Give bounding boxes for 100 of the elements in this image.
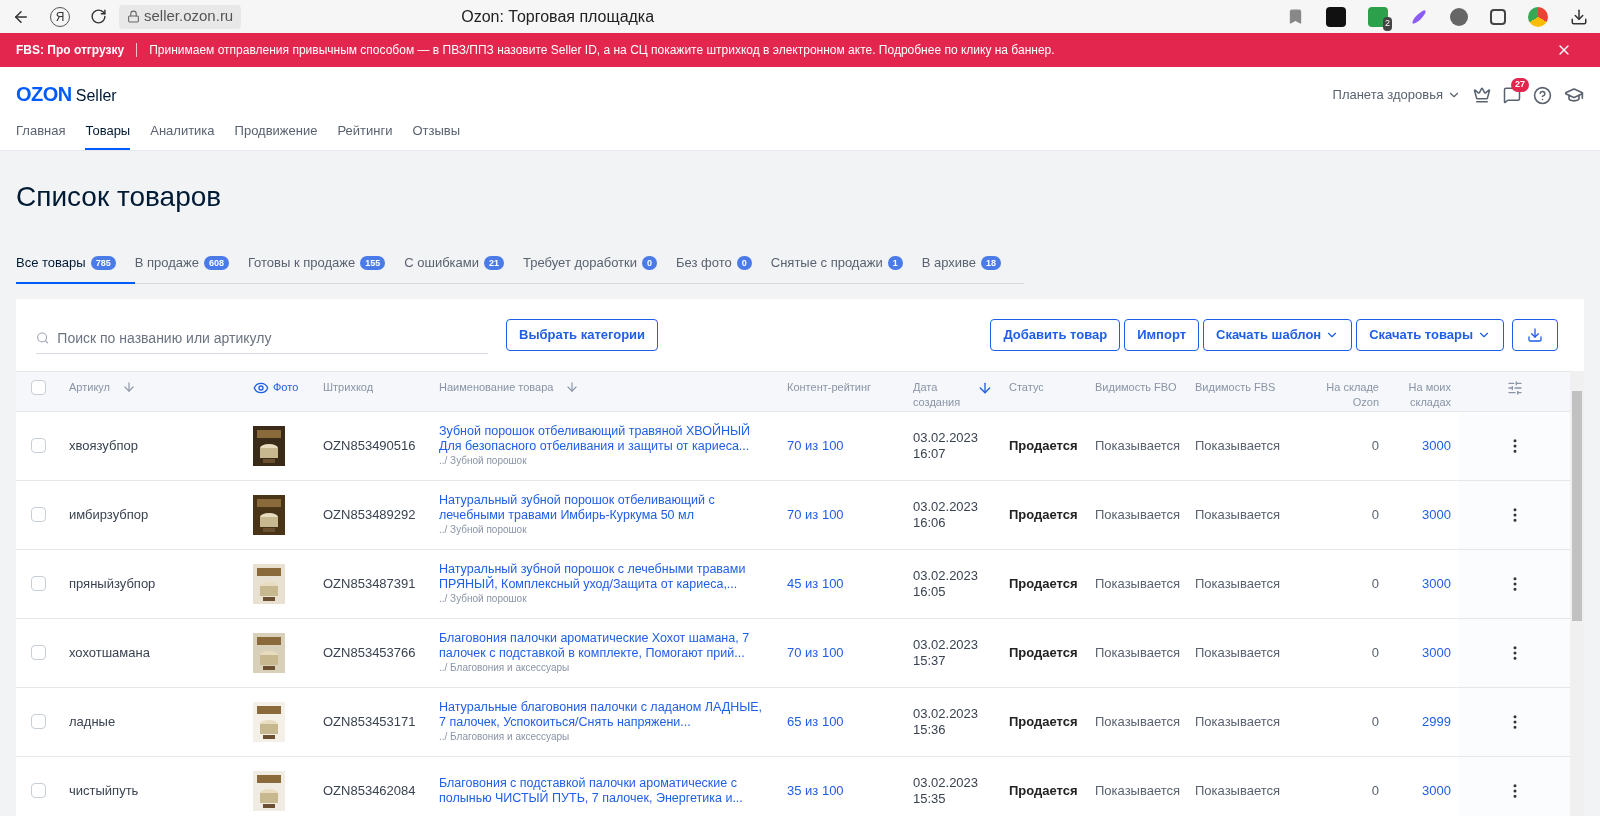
nav-tab[interactable]: Аналитика xyxy=(150,120,215,150)
nav-tab[interactable]: Отзывы xyxy=(412,120,461,150)
count-badge: 155 xyxy=(360,255,386,270)
crown-icon[interactable] xyxy=(1473,86,1491,104)
created-date: 03.02.2023 xyxy=(913,705,980,722)
select-all-checkbox[interactable] xyxy=(31,379,46,395)
table-row[interactable] xyxy=(16,687,1570,757)
scrollbar[interactable] xyxy=(1570,370,1584,816)
category-path: ../ Благовония и аксессуары xyxy=(439,660,571,675)
rating-link[interactable]: 65 из 100 xyxy=(787,713,844,729)
settings-icon[interactable] xyxy=(1506,379,1523,396)
bookmark-icon[interactable] xyxy=(1287,8,1304,25)
chat-icon[interactable] xyxy=(1503,86,1521,104)
barcode-text: OZN853490516 xyxy=(323,437,416,453)
my-stock-link[interactable]: 3000 xyxy=(1422,644,1451,660)
nav-tab[interactable]: Товары xyxy=(85,120,131,150)
column-header[interactable]: На складе Ozon xyxy=(1315,379,1379,410)
table-row[interactable] xyxy=(16,411,1570,481)
filter-tab[interactable]: Требует доработки 0 xyxy=(523,253,677,284)
count-badge: 1 xyxy=(887,255,903,270)
banner-label: FBS: Про отгрузку xyxy=(16,42,125,59)
nav-tab[interactable]: Рейтинги xyxy=(337,120,393,150)
status-text: Продается xyxy=(1009,644,1078,660)
product-name-link[interactable]: Натуральные благовония палочки с ладаном ЛАДНЫЕ, 7 палочек, Успокоиться/Снять напряжени... xyxy=(439,699,771,730)
category-path: ../ Благовония и аксессуары xyxy=(439,729,571,744)
table-row[interactable]: имбирзубпор OZN853489292 Натуральный зубной порошок отбеливающий с лечебными травами Имбирь-Куркума 50 мл ../ Зубной порошок 70 из 100 03.02.2023 16:06 Продается Показывается Показывается 0 3000 xyxy=(16,480,1570,550)
my-stock-link[interactable]: 3000 xyxy=(1422,782,1451,798)
status-text: Продается xyxy=(1009,506,1078,522)
column-header[interactable]: Статус xyxy=(1009,379,1044,395)
download-button[interactable] xyxy=(1512,318,1558,351)
address-field[interactable]: seller.ozon.ru xyxy=(119,4,242,29)
column-header[interactable]: Штрихкод xyxy=(323,379,374,395)
product-name-link[interactable]: Натуральный зубной порошок отбеливающий с лечебными травами Имбирь-Куркума 50 мл xyxy=(439,492,771,523)
row-checkbox[interactable] xyxy=(31,576,46,591)
row-checkbox[interactable] xyxy=(31,645,46,660)
graduation-cap-icon[interactable] xyxy=(1564,85,1584,105)
fbs-visibility: Показывается xyxy=(1195,713,1281,729)
table-row[interactable] xyxy=(16,618,1570,688)
ozon-stock: 0 xyxy=(1371,782,1379,798)
extension-badge: 2 xyxy=(1383,17,1392,31)
fbo-visibility: Показывается xyxy=(1095,782,1181,798)
row-checkbox[interactable] xyxy=(31,714,46,729)
filter-tab[interactable]: Все товары 785 xyxy=(16,253,135,284)
dropdown-button[interactable]: Скачать товары xyxy=(1356,318,1504,351)
dropdown-button[interactable]: Скачать шаблон xyxy=(1203,318,1353,351)
product-name-link[interactable]: Благовония с подставкой палочки ароматические с полынью ЧИСТЫЙ ПУТЬ, 7 палочек, Энергетика и... xyxy=(439,775,771,806)
product-name-link[interactable]: Зубной порошок отбеливающий травяной ХВОЙНЫЙ Для безопасного отбеливания и защиты от кариеса... xyxy=(439,423,771,454)
sort-icon[interactable] xyxy=(122,379,136,394)
column-header[interactable]: Видимость FBS xyxy=(1195,379,1276,395)
filter-tab[interactable]: Снятые с продажи 1 xyxy=(770,253,922,284)
column-header[interactable]: Видимость FBO xyxy=(1095,379,1177,395)
my-stock-link[interactable]: 3000 xyxy=(1422,506,1451,522)
my-stock-link[interactable]: 3000 xyxy=(1422,575,1451,591)
rating-link[interactable]: 70 из 100 xyxy=(787,644,844,660)
search-field[interactable]: Поиск по названию или артикулу xyxy=(57,327,488,349)
column-header[interactable]: Контент-рейтинг xyxy=(787,379,872,395)
filter-tab[interactable]: С ошибками 21 xyxy=(404,253,524,284)
rating-link[interactable]: 70 из 100 xyxy=(787,437,844,453)
filter-tab[interactable]: Готовы к продаже 155 xyxy=(247,253,405,284)
action-button[interactable]: Добавить товар xyxy=(990,318,1121,351)
article-text: имбирзубпор xyxy=(69,506,149,522)
article-text: хвоязубпор xyxy=(69,437,138,453)
created-time: 15:36 xyxy=(913,721,947,738)
column-header[interactable]: На моих складах xyxy=(1395,379,1451,410)
row-checkbox[interactable] xyxy=(31,507,46,522)
filter-tab[interactable]: В продаже 608 xyxy=(134,253,248,284)
nav-tab[interactable]: Продвижение xyxy=(234,120,318,150)
column-header[interactable]: Наименование товара xyxy=(439,379,554,395)
help-icon[interactable] xyxy=(1533,85,1552,105)
action-button[interactable]: Импорт xyxy=(1124,318,1199,351)
profile-avatar[interactable] xyxy=(1528,6,1548,27)
product-name-link[interactable]: Натуральный зубной порошок с лечебными травами ПРЯНЫЙ, Комплексный уход/Защита от кариеса,... xyxy=(439,561,771,592)
product-name-link[interactable]: Благовония палочки ароматические Хохот шамана, 7 палочек с подставкой в комплекте, Помогают прий... xyxy=(439,630,771,661)
my-stock-link[interactable]: 2999 xyxy=(1422,713,1451,729)
logo-brand[interactable]: OZON xyxy=(16,79,72,109)
filter-tab[interactable]: В архиве 18 xyxy=(921,253,1021,284)
created-date: 03.02.2023 xyxy=(913,567,980,584)
download-icon[interactable] xyxy=(1570,7,1588,26)
column-header[interactable]: Фото xyxy=(273,379,299,395)
filter-tab[interactable]: Без фото 0 xyxy=(676,253,771,284)
logo-product[interactable]: Seller xyxy=(75,84,117,108)
row-checkbox[interactable] xyxy=(31,438,46,453)
ozon-stock: 0 xyxy=(1371,506,1379,522)
table-row[interactable] xyxy=(16,549,1570,619)
nav-tab[interactable]: Главная xyxy=(16,120,66,150)
rating-link[interactable]: 35 из 100 xyxy=(787,782,844,798)
row-checkbox[interactable] xyxy=(31,783,46,798)
barcode-text: OZN853453171 xyxy=(323,713,416,729)
my-stock-link[interactable]: 3000 xyxy=(1422,437,1451,453)
fbo-visibility: Показывается xyxy=(1095,575,1181,591)
rating-link[interactable]: 70 из 100 xyxy=(787,506,844,522)
notice-banner[interactable]: FBS: Про отгрузку Принимаем отправления привычным способом — в ПВЗ/ППЗ назовите Seller ID, а на СЦ покажите штрихкод в электронном акте. Подробнее по клику на баннер. xyxy=(0,33,1600,67)
shop-selector[interactable]: Планета здоровья xyxy=(1332,85,1461,105)
rating-link[interactable]: 45 из 100 xyxy=(787,575,844,591)
column-header[interactable]: Дата создания xyxy=(913,379,961,410)
column-header[interactable]: Артикул xyxy=(69,379,110,395)
category-button[interactable]: Выбрать категории xyxy=(506,318,659,351)
reload-icon[interactable] xyxy=(90,8,107,25)
table-row[interactable]: чистыйпуть OZN853462084 Благовония с подставкой палочки ароматические с полынью ЧИСТЫЙ ПУТЬ, 7 палочек, Энергетика и... 35 из 100 03.02.2023 15:35 Продается Показывается Показывается 0 3000 xyxy=(16,756,1570,816)
barcode-text: OZN853462084 xyxy=(323,782,416,798)
